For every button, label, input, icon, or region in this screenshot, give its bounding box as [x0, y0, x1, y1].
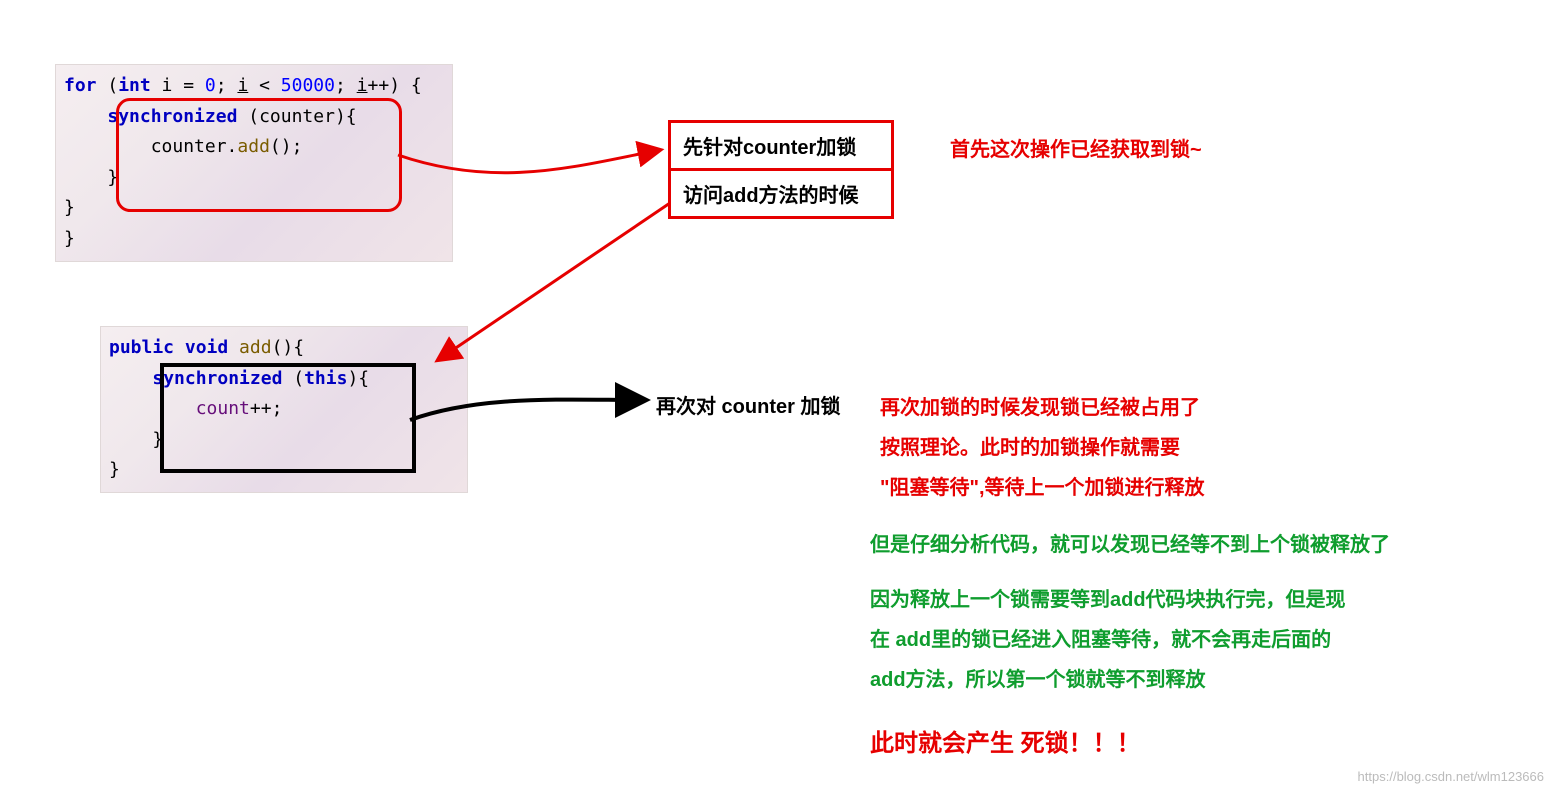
annotation-box-line1: 先针对counter加锁 — [671, 123, 891, 168]
arrow-annbox-to-code2 — [438, 203, 670, 360]
annotation-box: 先针对counter加锁 访问add方法的时候 — [668, 120, 894, 219]
note-blocked-waiting: 再次加锁的时候发现锁已经被占用了 按照理论。此时的加锁操作就需要 "阻塞等待",… — [880, 388, 1205, 508]
note-deadlock: 此时就会产生 死锁！！！ — [870, 720, 1141, 768]
note-lock-again: 再次对 counter 加锁 — [656, 390, 840, 419]
note-already-got-lock: 首先这次操作已经获取到锁~ — [950, 130, 1202, 170]
note-analysis: 但是仔细分析代码，就可以发现已经等不到上个锁被释放了 — [870, 525, 1390, 565]
code-block-1: for (int i = 0; i < 50000; i++) { synchr… — [55, 64, 453, 262]
annotation-box-line2: 访问add方法的时候 — [671, 168, 891, 216]
note-explanation: 因为释放上一个锁需要等到add代码块执行完，但是现 在 add里的锁已经进入阻塞… — [870, 580, 1346, 700]
watermark: https://blog.csdn.net/wlm123666 — [1358, 769, 1544, 784]
code-block-2: public void add(){ synchronized (this){ … — [100, 326, 468, 493]
